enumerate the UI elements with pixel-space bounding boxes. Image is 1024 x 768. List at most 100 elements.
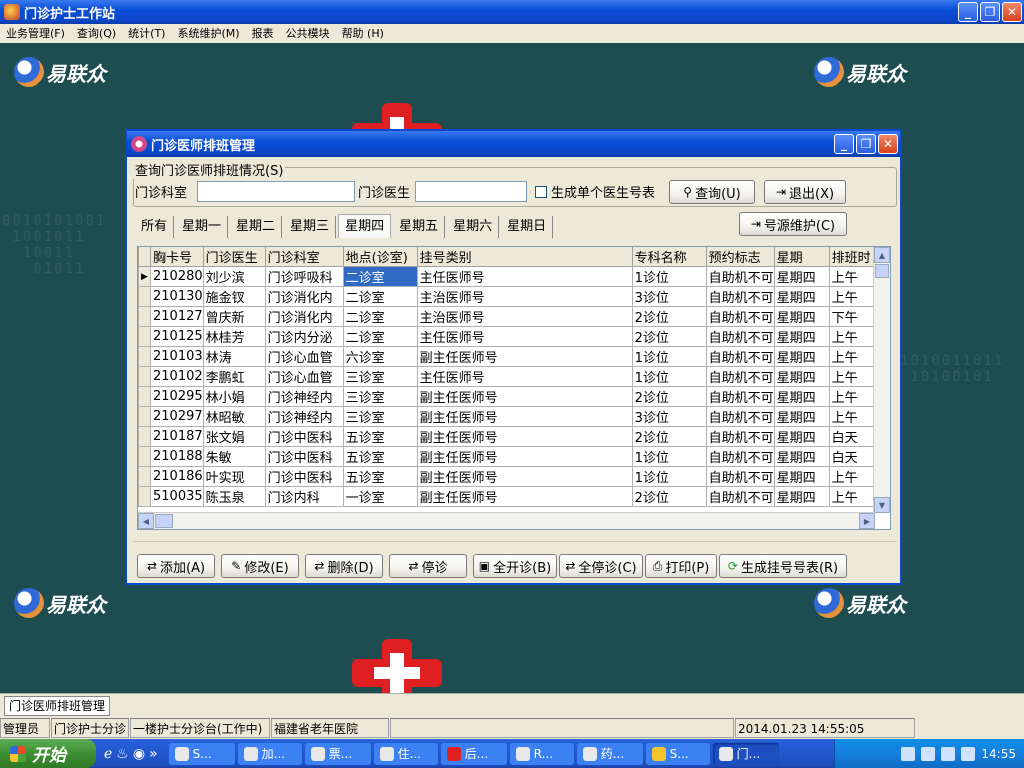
column-header[interactable]: 星期 — [773, 247, 830, 267]
menu-public[interactable]: 公共模块 — [280, 24, 336, 43]
scroll-thumb[interactable] — [875, 264, 889, 278]
table-row[interactable]: 210103 林涛 门诊心血管 六诊室 副主任医师号 1诊位 自助机不可 星期四 上午 — [138, 346, 878, 367]
table-cell[interactable]: 张文娟 — [202, 426, 266, 447]
row-indicator[interactable] — [138, 386, 151, 407]
table-cell[interactable]: 二诊室 — [342, 306, 418, 327]
column-header[interactable]: 门诊科室 — [264, 247, 344, 267]
row-indicator[interactable] — [138, 446, 151, 467]
table-cell[interactable]: 星期四 — [773, 406, 830, 427]
dialog-titlebar[interactable]: 门诊医师排班管理 _ ❐ ✕ — [127, 131, 900, 157]
table-cell[interactable]: 主任医师号 — [416, 366, 633, 387]
table-cell[interactable]: 自助机不可 — [705, 306, 775, 327]
table-cell[interactable]: 三诊室 — [342, 366, 418, 387]
table-cell[interactable]: 1诊位 — [631, 266, 707, 287]
table-cell[interactable]: 自助机不可 — [705, 286, 775, 307]
table-cell[interactable]: 二诊室 — [342, 286, 418, 307]
tab-saturday[interactable]: 星期六 — [447, 216, 500, 238]
start-button[interactable]: 开始 — [0, 739, 96, 768]
dialog-minimize-button[interactable]: _ — [834, 134, 854, 154]
table-cell[interactable]: 副主任医师号 — [416, 486, 633, 507]
restore-button[interactable]: ❐ — [980, 2, 1000, 22]
table-cell[interactable]: 1诊位 — [631, 346, 707, 367]
menu-maintenance[interactable]: 系统维护(M) — [171, 24, 245, 43]
task-button-7[interactable]: 药... — [576, 742, 643, 765]
close-button[interactable]: ✕ — [1002, 2, 1022, 22]
table-cell[interactable]: 主任医师号 — [416, 266, 633, 287]
mdi-tab-schedule[interactable]: 门诊医师排班管理 — [4, 696, 111, 716]
volume-icon[interactable] — [961, 746, 976, 761]
quick-more-icon[interactable]: » — [149, 746, 158, 762]
task-button-3[interactable]: 票... — [304, 742, 371, 765]
table-row[interactable]: 210297 林昭敏 门诊神经内 三诊室 副主任医师号 3诊位 自助机不可 星期四 上午 — [138, 406, 878, 427]
table-cell[interactable]: 510035 — [150, 486, 204, 507]
table-cell[interactable]: 星期四 — [773, 286, 830, 307]
table-row[interactable]: 210187 张文娟 门诊中医科 五诊室 副主任医师号 2诊位 自助机不可 星期四 白天 — [138, 426, 878, 447]
grid-vertical-scrollbar[interactable]: ▲ ▼ — [873, 247, 890, 513]
table-cell[interactable]: 210125 — [150, 326, 204, 347]
table-cell[interactable]: 210130 — [150, 286, 204, 307]
tab-all[interactable]: 所有 — [135, 216, 175, 238]
table-cell[interactable]: 门诊神经内 — [264, 386, 344, 407]
suspend-button[interactable]: ⇄ 停诊 — [389, 554, 467, 578]
table-cell[interactable]: 上午 — [828, 346, 878, 367]
table-cell[interactable]: 210188 — [150, 446, 204, 467]
hscroll-thumb[interactable] — [155, 514, 173, 528]
table-cell[interactable]: 210297 — [150, 406, 204, 427]
table-cell[interactable]: 2诊位 — [631, 426, 707, 447]
table-cell[interactable]: 门诊心血管 — [264, 346, 344, 367]
table-cell[interactable]: 门诊心血管 — [264, 366, 344, 387]
table-cell[interactable]: 星期四 — [773, 346, 830, 367]
table-cell[interactable]: 2诊位 — [631, 486, 707, 507]
table-cell[interactable]: 2诊位 — [631, 306, 707, 327]
tab-sunday[interactable]: 星期日 — [501, 216, 554, 238]
table-cell[interactable]: 副主任医师号 — [416, 386, 633, 407]
delete-button[interactable]: ⇄ 删除(D) — [305, 554, 383, 578]
row-indicator[interactable] — [138, 466, 151, 487]
row-indicator[interactable] — [138, 406, 151, 427]
table-cell[interactable]: 自助机不可 — [705, 466, 775, 487]
table-cell[interactable]: 门诊中医科 — [264, 446, 344, 467]
table-cell[interactable]: 副主任医师号 — [416, 406, 633, 427]
table-row[interactable]: 210102 李鹏虹 门诊心血管 三诊室 主任医师号 1诊位 自助机不可 星期四 上午 — [138, 366, 878, 387]
app-titlebar[interactable]: 门诊护士工作站 _ ❐ ✕ — [0, 0, 1024, 24]
table-cell[interactable]: 下午 — [828, 306, 878, 327]
table-cell[interactable]: 星期四 — [773, 426, 830, 447]
table-cell[interactable]: 副主任医师号 — [416, 466, 633, 487]
table-cell[interactable]: 星期四 — [773, 486, 830, 507]
minimize-button[interactable]: _ — [958, 2, 978, 22]
table-cell[interactable]: 二诊室 — [342, 326, 418, 347]
table-cell[interactable]: 门诊消化内 — [264, 286, 344, 307]
tool-icon[interactable]: ♨ — [116, 746, 129, 762]
doctor-input[interactable] — [415, 181, 527, 202]
generate-register-table-button[interactable]: ⟳ 生成挂号号表(R) — [719, 554, 847, 578]
table-cell[interactable]: 210127 — [150, 306, 204, 327]
table-cell[interactable]: 上午 — [828, 466, 878, 487]
query-button[interactable]: ⚲ 查询(U) — [669, 180, 755, 204]
tab-wednesday[interactable]: 星期三 — [284, 216, 337, 238]
table-cell[interactable]: 林小娟 — [202, 386, 266, 407]
table-cell[interactable]: 星期四 — [773, 466, 830, 487]
row-indicator[interactable] — [138, 346, 151, 367]
table-row[interactable]: 210295 林小娟 门诊神经内 三诊室 副主任医师号 2诊位 自助机不可 星期四 上午 — [138, 386, 878, 407]
table-cell[interactable]: 陈玉泉 — [202, 486, 266, 507]
table-cell[interactable]: 210102 — [150, 366, 204, 387]
table-cell[interactable]: 1诊位 — [631, 366, 707, 387]
table-cell[interactable]: 三诊室 — [342, 386, 418, 407]
dept-input[interactable] — [197, 181, 355, 202]
table-cell[interactable]: 门诊呼吸科 — [264, 266, 344, 287]
menu-query[interactable]: 查询(Q) — [71, 24, 122, 43]
table-cell[interactable]: 自助机不可 — [705, 386, 775, 407]
table-row[interactable]: ▶ 210280 刘少滨 门诊呼吸科 二诊室 主任医师号 1诊位 自助机不可 星期四 上午 — [138, 266, 878, 287]
table-cell[interactable]: 3诊位 — [631, 286, 707, 307]
table-cell[interactable]: 自助机不可 — [705, 446, 775, 467]
menu-statistics[interactable]: 统计(T) — [122, 24, 171, 43]
task-button-5[interactable]: 后... — [440, 742, 507, 765]
table-cell[interactable]: 自助机不可 — [705, 366, 775, 387]
table-cell[interactable]: 门诊内科 — [264, 486, 344, 507]
single-doctor-checkbox[interactable] — [535, 186, 547, 198]
table-cell[interactable]: 210295 — [150, 386, 204, 407]
table-cell[interactable]: 副主任医师号 — [416, 426, 633, 447]
table-cell[interactable]: 刘少滨 — [202, 266, 266, 287]
print-button[interactable]: ⎙ 打印(P) — [645, 554, 717, 578]
table-cell[interactable]: 施金钗 — [202, 286, 266, 307]
